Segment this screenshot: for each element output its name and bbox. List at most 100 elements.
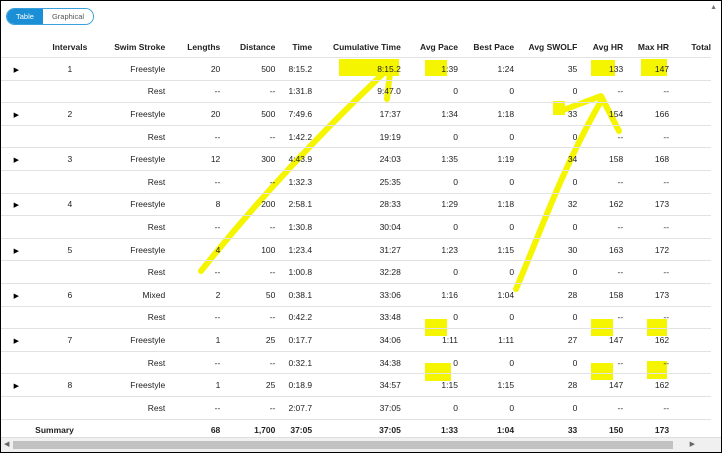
table-row[interactable]: ▶ 4 Freestyle 8 200 2:58.1 28:33 1:29 1:18 32 162 1… — [1, 192, 711, 216]
table-row[interactable]: ▶ 3 Freestyle 12 300 4:43.9 24:03 1:35 1:19 34 158… — [1, 147, 711, 171]
scroll-up-arrow-icon[interactable]: ▲ — [710, 4, 717, 11]
table-cell — [669, 192, 711, 216]
table-cell: 28 — [514, 282, 578, 307]
expand-row-icon[interactable]: ▶ — [1, 237, 32, 261]
table-cell — [669, 79, 711, 103]
expand-row-icon[interactable]: ▶ — [1, 192, 32, 216]
table-cell — [31, 350, 109, 374]
table-cell: -- — [220, 79, 276, 103]
table-cell: -- — [623, 215, 670, 239]
column-header[interactable]: Max HR — [623, 37, 669, 58]
expand-row-icon[interactable]: ▶ — [1, 57, 32, 81]
table-cell: 500 — [220, 102, 276, 126]
table-cell: 0 — [457, 395, 515, 419]
table-cell: -- — [623, 260, 670, 284]
column-header[interactable]: Best Pace — [458, 37, 514, 58]
column-header[interactable]: Intervals — [32, 37, 109, 58]
table-cell: 20 — [165, 57, 221, 81]
table-cell: -- — [623, 79, 670, 103]
table-row[interactable]: ▶ 7 Freestyle 1 25 0:17.7 34:06 1:11 1:11 27 147 16… — [1, 328, 711, 352]
table-cell — [669, 350, 711, 374]
table-cell: 1 — [31, 57, 109, 81]
table-cell: 33:48 — [312, 305, 401, 329]
table-cell: 1:32.3 — [275, 169, 313, 194]
column-header[interactable]: Cumulative Time — [312, 37, 401, 58]
table-cell — [669, 215, 711, 239]
table-cell: 1:18 — [457, 192, 515, 216]
table-cell: -- — [220, 215, 276, 239]
table-cell: Freestyle — [108, 373, 166, 397]
table-cell: 0 — [514, 215, 578, 239]
table-cell: 0 — [457, 350, 515, 374]
table-cell: -- — [623, 395, 670, 419]
table-cell: 5 — [31, 237, 109, 261]
table-cell: 1:24 — [457, 57, 515, 81]
expand-row-icon[interactable]: ▶ — [1, 282, 32, 307]
column-header[interactable]: Distance — [220, 37, 275, 58]
column-header[interactable]: Lengths — [165, 37, 220, 58]
table-cell: 8:15.2 — [312, 57, 401, 81]
table-cell: -- — [577, 350, 624, 374]
column-header[interactable]: Avg SWOLF — [514, 37, 578, 58]
table-cell: 34:57 — [312, 373, 401, 397]
expand-row-icon[interactable]: ▶ — [1, 147, 32, 171]
table-row: Rest -- -- 1:42.2 19:19 0 0 0 -- -- — [1, 124, 711, 148]
table-cell: -- — [165, 169, 221, 194]
table-cell — [31, 260, 109, 284]
table-cell: 30 — [514, 237, 578, 261]
table-row[interactable]: ▶ 1 Freestyle 20 500 8:15.2 8:15.2 1:39 1:24 35 13… — [1, 57, 711, 81]
table-cell: 1:18 — [457, 102, 515, 126]
table-row[interactable]: ▶ 5 Freestyle 4 100 1:23.4 31:27 1:23 1:15 30 163 1… — [1, 237, 711, 261]
table-cell: 33 — [514, 102, 578, 126]
table-view-button[interactable]: Table — [7, 9, 43, 24]
expand-row-icon — [1, 395, 32, 419]
table-cell: -- — [623, 350, 670, 374]
scrollbar-thumb[interactable] — [13, 441, 673, 449]
column-header — [1, 37, 32, 58]
table-cell: -- — [577, 395, 624, 419]
table-cell: 300 — [220, 147, 276, 171]
table-cell: -- — [220, 395, 276, 419]
table-cell: 162 — [623, 328, 670, 352]
table-cell: 7:49.6 — [275, 102, 313, 126]
horizontal-scrollbar[interactable]: ◀ ▶ — [1, 437, 721, 452]
expand-row-icon[interactable]: ▶ — [1, 328, 32, 352]
table-cell: -- — [165, 79, 221, 103]
expand-row-icon[interactable]: ▶ — [1, 102, 32, 126]
table-cell: 4 — [31, 192, 109, 216]
table-row: Rest -- -- 2:07.7 37:05 0 0 0 -- -- — [1, 395, 711, 419]
expand-row-icon — [1, 305, 32, 329]
table-row[interactable]: ▶ 8 Freestyle 1 25 0:18.9 34:57 1:15 1:15 28 147 16… — [1, 373, 711, 397]
column-header[interactable]: Time — [275, 37, 312, 58]
table-cell: 8 — [165, 192, 221, 216]
table-cell: Rest — [108, 215, 166, 239]
table-cell: 1:42.2 — [275, 124, 313, 148]
table-row[interactable]: ▶ 6 Mixed 2 50 0:38.1 33:06 1:16 1:04 28 158 173 — [1, 282, 711, 307]
scroll-right-arrow-icon[interactable]: ▶ — [690, 440, 695, 448]
graphical-view-button[interactable]: Graphical — [42, 9, 94, 24]
table-cell: 6 — [31, 282, 109, 307]
table-row[interactable]: ▶ 2 Freestyle 20 500 7:49.6 17:37 1:34 1:18 33 154… — [1, 102, 711, 126]
table-cell: 50 — [220, 282, 276, 307]
table-cell — [669, 282, 711, 307]
table-cell: 1:19 — [457, 147, 515, 171]
column-header[interactable]: Total — [669, 37, 711, 58]
table-cell: 25:35 — [312, 169, 401, 194]
column-header[interactable]: Avg Pace — [401, 37, 458, 58]
table-cell: Rest — [108, 169, 166, 194]
table-cell: 25 — [220, 328, 276, 352]
table-cell: -- — [577, 305, 624, 329]
table-cell: 28 — [514, 373, 578, 397]
column-header[interactable]: Avg HR — [577, 37, 623, 58]
intervals-table: Intervals Swim Stroke Lengths Distance T… — [1, 37, 711, 442]
table-cell: 0:32.1 — [275, 350, 313, 374]
table-cell: 32 — [514, 192, 578, 216]
column-header[interactable]: Swim Stroke — [108, 37, 165, 58]
table-cell: 28:33 — [312, 192, 401, 216]
table-cell: -- — [220, 124, 276, 148]
expand-row-icon[interactable]: ▶ — [1, 373, 32, 397]
table-cell: 0 — [400, 124, 458, 148]
table-cell: 19:19 — [312, 124, 401, 148]
table-row: Rest -- -- 0:32.1 34:38 0 0 0 -- -- — [1, 350, 711, 374]
scroll-left-arrow-icon[interactable]: ◀ — [4, 440, 9, 448]
